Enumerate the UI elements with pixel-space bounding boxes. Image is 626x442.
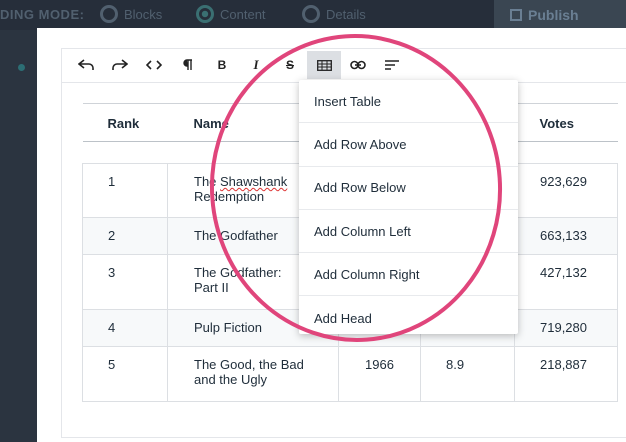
cell-votes[interactable]: 923,629 [514,163,618,218]
mode-content-label: Content [220,6,266,22]
redo-icon[interactable] [103,51,137,79]
cell-rating[interactable]: 8.9 [420,346,515,402]
editor-toolbar: B I S [61,48,626,83]
cell-name-line: The Godfather: [194,265,282,280]
undo-icon[interactable] [69,51,103,79]
menu-item-add-head[interactable]: Add Head [299,296,518,339]
mode-blocks-label: Blocks [124,6,163,22]
code-icon[interactable] [137,51,171,79]
cell-rank[interactable]: 4 [82,309,168,347]
radio-icon [100,5,118,23]
bold-icon[interactable]: B [205,51,239,79]
cell-votes[interactable]: 427,132 [514,254,618,310]
mode-content[interactable]: Content [196,5,266,23]
misspelled-word: Shawshank [220,174,288,189]
cell-votes[interactable]: 719,280 [514,309,618,347]
cell-rank[interactable]: 3 [82,254,168,310]
publish-icon [510,9,522,21]
cell-name[interactable]: The Good, the Bad and the Ugly [167,346,339,402]
header-votes[interactable]: Votes [514,103,618,142]
radio-icon [302,5,320,23]
menu-item-add-row-above[interactable]: Add Row Above [299,123,518,167]
publish-button[interactable]: Publish [494,0,626,30]
sidebar-dot-icon [18,64,25,71]
cell-year[interactable]: 1966 [338,346,421,402]
menu-item-add-column-left[interactable]: Add Column Left [299,210,518,254]
menu-item-add-column-right[interactable]: Add Column Right [299,253,518,297]
cell-name-part: The [194,174,221,189]
align-icon[interactable] [375,51,409,79]
app-topbar: DING MODE: Blocks Content Details Publis… [0,0,626,30]
italic-icon[interactable]: I [239,51,273,79]
mode-details-label: Details [326,6,366,22]
cell-name-line: and the Ugly [194,372,267,387]
cell-rank[interactable]: 5 [82,346,168,402]
cell-rank[interactable]: 2 [82,217,168,255]
publish-label: Publish [528,7,579,23]
menu-item-add-row-below[interactable]: Add Row Below [299,167,518,210]
editing-mode-label: DING MODE: [0,7,85,22]
menu-item-insert-table[interactable]: Insert Table [299,80,518,124]
table-row: 5 The Good, the Bad and the Ugly 1966 8.9… [82,346,618,402]
mode-details[interactable]: Details [302,5,366,23]
strikethrough-icon[interactable]: S [273,51,307,79]
paragraph-icon[interactable] [171,51,205,79]
link-icon[interactable] [341,51,375,79]
table-icon[interactable] [307,51,341,79]
cell-votes[interactable]: 663,133 [514,217,618,255]
cell-name-part: Redemption [194,189,265,204]
table-dropdown-menu: Insert Table Add Row Above Add Row Below… [299,80,518,334]
cell-name-line: Part II [194,280,229,295]
cell-name-line: The Good, the Bad [194,357,304,372]
radio-selected-icon [196,5,214,23]
cell-rank[interactable]: 1 [82,163,168,218]
mode-blocks[interactable]: Blocks [100,5,162,23]
cell-votes[interactable]: 218,887 [514,346,618,402]
header-rank[interactable]: Rank [82,103,168,142]
